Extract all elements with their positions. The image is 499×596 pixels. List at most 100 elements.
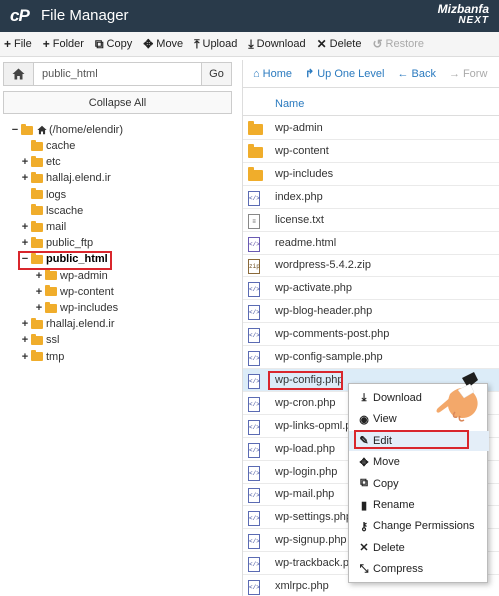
file-row[interactable]: wp-admin — [243, 117, 499, 140]
file-row[interactable]: </> wp-activate.php — [243, 277, 499, 301]
php-file-icon: </> — [248, 282, 260, 298]
context-menu-label: Move — [373, 456, 400, 469]
file-name: wp-login.php — [275, 465, 338, 478]
folder-icon — [31, 350, 43, 362]
compress-icon: ⤡ — [359, 562, 369, 575]
expand-toggle-icon[interactable]: + — [34, 270, 44, 281]
nav-label: Up One Level — [317, 67, 385, 80]
file-name: wp-settings.php — [275, 511, 353, 524]
expand-toggle-icon[interactable]: + — [20, 351, 30, 362]
collapse-all-button[interactable]: Collapse All — [3, 91, 232, 114]
tree-item-public-ftp[interactable]: + public_ftp — [20, 235, 93, 251]
restore-icon: ↺ — [372, 37, 383, 51]
level-up-icon: ↱ — [305, 68, 315, 80]
folder-button[interactable]: + Folder — [43, 37, 84, 51]
home-icon: ⌂ — [253, 67, 260, 80]
context-menu-change-permissions[interactable]: ⚷ Change Permissions — [349, 516, 489, 536]
zip-file-icon: zip — [248, 259, 260, 275]
context-menu-label: Download — [373, 392, 422, 404]
file-row[interactable]: wp-content — [243, 140, 499, 163]
expand-toggle-icon[interactable]: + — [20, 157, 30, 168]
tree-item-wp-content[interactable]: + wp-content — [34, 284, 114, 300]
file-row[interactable]: </> wp-blog-header.php — [243, 300, 499, 324]
context-menu-rename[interactable]: ▮ Rename — [349, 495, 489, 515]
key-icon: ⚷ — [359, 520, 369, 533]
up-one-level-button[interactable]: ↱ Up One Level — [305, 67, 385, 81]
file-row[interactable]: zip wordpress-5.4.2.zip — [243, 254, 499, 278]
home-button[interactable] — [4, 63, 34, 85]
collapse-toggle-icon[interactable]: − — [10, 125, 20, 136]
php-file-icon: </> — [248, 442, 260, 458]
button-label: Move — [156, 38, 184, 50]
tree-item-etc[interactable]: + etc — [20, 154, 61, 170]
folder-icon — [31, 188, 43, 200]
tree-item-lscache[interactable]: lscache — [20, 203, 83, 219]
home-button[interactable]: ⌂ Home — [253, 68, 292, 80]
file-name: wp-cron.php — [275, 396, 336, 409]
path-input[interactable] — [34, 63, 201, 85]
back-button[interactable]: ← Back — [397, 68, 435, 80]
nav-label: Back — [411, 67, 436, 80]
toolbar: + File + Folder ⧉ Copy ✥ Move ⤒ Upload ⤓ Download ✕ D… — [0, 32, 499, 57]
file-name: wp-config-sample.php — [275, 351, 383, 363]
folder-icon — [21, 123, 33, 135]
home-icon — [12, 68, 25, 80]
tree-item-wp-includes[interactable]: + wp-includes — [34, 300, 118, 316]
restore-button[interactable]: ↺ Restore — [372, 37, 424, 51]
php-file-icon: </> — [248, 534, 260, 550]
context-menu-move[interactable]: ✥ Move — [349, 452, 489, 472]
home-icon — [37, 125, 47, 135]
expand-toggle-icon[interactable]: + — [20, 173, 30, 184]
context-menu-label: Compress — [373, 563, 424, 576]
php-file-icon: </> — [248, 328, 260, 344]
path-bar: Go — [3, 62, 232, 86]
tree-item-cache[interactable]: cache — [20, 138, 75, 154]
forw-button[interactable]: → Forw — [449, 68, 487, 80]
file-row[interactable]: </> wp-comments-post.php — [243, 323, 499, 347]
expand-toggle-icon[interactable]: + — [34, 286, 44, 297]
expand-toggle-icon[interactable]: + — [20, 238, 30, 249]
tree-item-mail[interactable]: + mail — [20, 219, 66, 235]
tree-root[interactable]: − (/home/elendir) — [10, 122, 123, 138]
context-menu-compress[interactable]: ⤡ Compress — [349, 559, 489, 579]
tree-item-rhallaj-elend-ir[interactable]: + rhallaj.elend.ir — [20, 316, 114, 332]
file-row[interactable]: ≡ license.txt — [243, 209, 499, 232]
expand-toggle-icon[interactable]: + — [34, 303, 44, 314]
file-row[interactable]: </> wp-config-sample.php — [243, 346, 499, 369]
upload-icon: ⤒ — [194, 36, 200, 51]
context-menu-label: Copy — [373, 477, 399, 490]
context-menu-delete[interactable]: ✕ Delete — [349, 538, 489, 558]
brand-name: Mizbanfa — [437, 2, 489, 16]
folder-icon — [31, 220, 43, 232]
php-file-icon: </> — [248, 419, 260, 435]
folder-icon — [45, 301, 57, 313]
tree-item-label: wp-content — [60, 285, 114, 298]
file-icon: ▮ — [360, 499, 368, 512]
tree-item-hallaj-elend-ir[interactable]: + hallaj.elend.ir — [20, 170, 111, 186]
upload-button[interactable]: ⤒ Upload — [194, 37, 237, 52]
tree-item-tmp[interactable]: + tmp — [20, 349, 64, 365]
copy-button[interactable]: ⧉ Copy — [95, 37, 132, 52]
file-row[interactable]: wp-includes — [243, 163, 499, 186]
tree-item-ssl[interactable]: + ssl — [20, 332, 59, 348]
highlight-wp-config — [268, 371, 343, 390]
file-button[interactable]: + File — [4, 37, 32, 51]
expand-toggle-icon[interactable]: + — [20, 335, 30, 346]
move-button[interactable]: ✥ Move — [143, 37, 183, 51]
column-name-header[interactable]: Name — [275, 98, 304, 110]
delete-button[interactable]: ✕ Delete — [317, 37, 362, 51]
expand-toggle-icon[interactable]: + — [20, 222, 30, 233]
tree-item-label: hallaj.elend.ir — [46, 172, 111, 185]
go-button[interactable]: Go — [201, 63, 231, 85]
cpanel-logo[interactable]: cP — [10, 6, 30, 26]
download-button[interactable]: ⤓ Download — [248, 37, 305, 52]
folder-icon — [31, 236, 43, 248]
tree-item-logs[interactable]: logs — [20, 187, 66, 203]
context-menu-label: View — [373, 413, 397, 426]
expand-toggle-icon[interactable]: + — [20, 319, 30, 330]
column-header: Name — [243, 92, 499, 116]
context-menu-copy[interactable]: ⧉ Copy — [349, 474, 489, 494]
context-menu-label: Delete — [373, 541, 405, 554]
file-row[interactable]: </> index.php — [243, 186, 499, 209]
file-row[interactable]: </> readme.html — [243, 232, 499, 255]
